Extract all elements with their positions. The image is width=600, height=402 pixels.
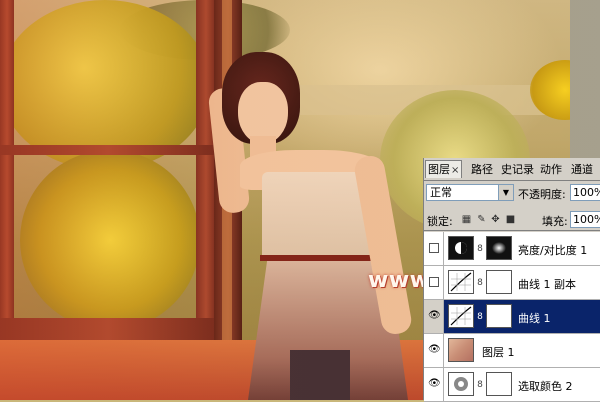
curves-icon (450, 306, 472, 326)
layer-name[interactable]: 曲线 1 副本 (518, 276, 576, 292)
visibility-toggle[interactable] (424, 232, 444, 265)
eye-icon: 👁 (428, 344, 441, 355)
lock-transparency-icon[interactable]: ▦ (461, 214, 472, 225)
woman-dress-top (262, 172, 372, 260)
close-icon[interactable]: × (451, 165, 459, 176)
visibility-toggle[interactable]: 👁 (424, 300, 444, 333)
layer-name[interactable]: 亮度/对比度 1 (518, 242, 587, 258)
mask-thumbnail (486, 372, 512, 396)
eye-icon: 👁 (428, 378, 441, 389)
adjustment-thumbnail (448, 270, 474, 294)
tab-history[interactable]: 史记录 (499, 161, 536, 178)
tab-channels[interactable]: 通道 (569, 161, 595, 178)
adjustment-thumbnail (448, 304, 474, 328)
tab-layers-label: 图层 (428, 163, 450, 176)
woman-face (238, 82, 288, 144)
adjustment-thumbnail (448, 372, 474, 396)
link-icon[interactable]: 8 (476, 312, 484, 322)
chevron-down-icon[interactable]: ▼ (498, 185, 513, 200)
lock-move-icon[interactable]: ✥ (490, 214, 501, 225)
panel-tab-bar: 图层× 路径 史记录 动作 通道 (424, 158, 600, 181)
adjustment-thumbnail (448, 236, 474, 260)
layer-row-brightness-contrast[interactable]: 8 亮度/对比度 1 (424, 232, 600, 266)
layer-row-selective-color[interactable]: 👁 8 选取颜色 2 (424, 368, 600, 402)
yellow-leaves-lower (20, 150, 200, 330)
woman-belt (260, 255, 375, 261)
tab-paths[interactable]: 路径 (469, 161, 495, 178)
lock-all-icon[interactable]: ■ (505, 214, 516, 225)
layer-row-layer-1[interactable]: 👁 图层 1 (424, 334, 600, 368)
layer-thumbnail (448, 338, 474, 362)
lock-brush-icon[interactable]: ✎ (476, 214, 487, 225)
window-frame-left (0, 0, 14, 345)
blend-mode-select[interactable]: 正常 ▼ (426, 184, 514, 201)
window-frame-right (196, 0, 216, 345)
layer-row-curves[interactable]: 👁 8 曲线 1 (424, 300, 600, 334)
lock-label: 锁定: (427, 215, 453, 228)
link-icon[interactable]: 8 (476, 244, 484, 254)
background-building (570, 0, 600, 160)
lock-row: 锁定: ▦ ✎ ✥ ■ 填充: 100% (424, 208, 600, 231)
layers-panel: 图层× 路径 史记录 动作 通道 正常 ▼ 不透明度: 100% 锁定: ▦ ✎… (423, 158, 600, 402)
layer-list: 8 亮度/对比度 1 8 曲线 1 副本 👁 8 曲线 1 👁 图层 1 👁 8… (424, 232, 600, 402)
window-frame-bottom (0, 318, 216, 340)
fill-input[interactable]: 100% (570, 211, 600, 228)
tab-actions[interactable]: 动作 (538, 161, 564, 178)
blend-row: 正常 ▼ 不透明度: 100% (424, 182, 600, 204)
opacity-label: 不透明度: (518, 188, 566, 201)
link-icon[interactable]: 8 (476, 278, 484, 288)
mask-thumbnail (486, 304, 512, 328)
layer-name[interactable]: 选取颜色 2 (518, 378, 573, 394)
visibility-toggle[interactable] (424, 266, 444, 299)
woman-legs (290, 350, 350, 400)
blend-mode-value: 正常 (430, 186, 452, 199)
visibility-off-icon (429, 277, 439, 287)
mask-thumbnail (486, 270, 512, 294)
selective-color-icon (454, 377, 468, 391)
layer-name[interactable]: 曲线 1 (518, 310, 551, 326)
opacity-input[interactable]: 100% (570, 184, 600, 201)
eye-icon: 👁 (428, 310, 441, 321)
window-frame-middle (0, 145, 216, 155)
mask-glow (492, 242, 506, 254)
fill-label: 填充: (542, 215, 568, 228)
layer-name[interactable]: 图层 1 (482, 344, 515, 360)
tab-layers[interactable]: 图层× (425, 160, 463, 178)
brightness-icon (455, 242, 467, 254)
visibility-toggle[interactable]: 👁 (424, 368, 444, 401)
visibility-toggle[interactable]: 👁 (424, 334, 444, 367)
layer-row-curves-copy[interactable]: 8 曲线 1 副本 (424, 266, 600, 300)
curves-icon (450, 272, 472, 292)
mask-thumbnail (486, 236, 512, 260)
link-icon[interactable]: 8 (476, 380, 484, 390)
visibility-off-icon (429, 243, 439, 253)
